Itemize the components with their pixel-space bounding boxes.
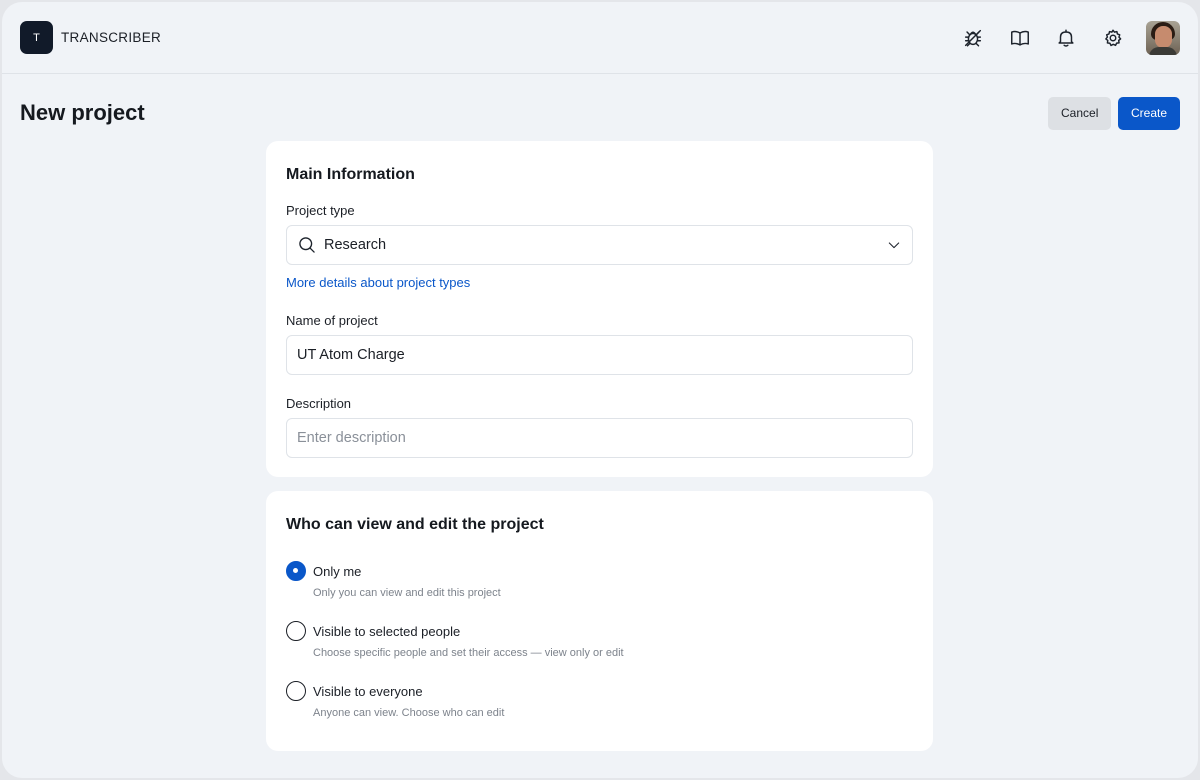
radio-description: Choose specific people and set their acc… [313,647,624,659]
app-logo: T [20,21,53,54]
gear-icon [1104,28,1122,46]
card-title: Main Information [286,166,415,183]
notifications-button[interactable] [1043,20,1090,56]
project-types-link[interactable]: More details about project types [286,275,470,290]
page-title: New project [20,100,145,125]
project-type-select[interactable]: Research [286,225,913,265]
bug-icon [965,29,982,47]
radio-label: Only me [313,563,362,579]
page-header: New project Cancel Create [2,74,1198,138]
description-label: Description [286,396,352,411]
radio-button[interactable] [286,561,306,581]
main-information-card: Main Information Project type Research M… [266,141,933,477]
radio-button[interactable] [286,621,306,641]
create-button[interactable]: Create [1118,96,1180,130]
radio-description: Anyone can view. Choose who can edit [313,707,505,719]
app-name: TRANSCRIBER [61,30,162,45]
access-card: Who can view and edit the project Only m… [266,491,933,751]
top-bar: T TRANSCRIBER [2,2,1198,74]
description-placeholder: Enter description [297,430,406,446]
name-label: Name of project [286,313,378,328]
page-actions: Cancel Create [1048,96,1180,130]
radio-option-only-me[interactable]: Only me [286,561,361,581]
card-title: Who can view and edit the project [286,516,544,533]
project-name-value: UT Atom Charge [297,347,405,363]
docs-button[interactable] [997,20,1044,56]
radio-description: Only you can view and edit this project [313,587,501,599]
cancel-button[interactable]: Cancel [1048,96,1111,130]
brand[interactable]: T TRANSCRIBER [20,21,161,54]
description-input[interactable]: Enter description [286,418,913,458]
radio-option-everyone[interactable]: Visible to everyone [286,681,423,701]
radio-button[interactable] [286,681,306,701]
radio-label: Visible to selected people [313,623,461,639]
project-name-input[interactable]: UT Atom Charge [286,335,913,375]
search-icon [299,237,315,253]
settings-button[interactable] [1090,20,1137,56]
bell-icon [1058,28,1074,47]
project-type-label: Project type [286,203,355,218]
app-window: T TRANSCRIBER New project Cancel Create … [2,2,1198,778]
book-icon [1010,30,1029,46]
chevron-down-icon [888,242,900,249]
radio-label: Visible to everyone [313,683,423,699]
radio-option-selected-people[interactable]: Visible to selected people [286,621,460,641]
user-avatar[interactable] [1146,20,1180,55]
debug-button[interactable] [950,20,997,56]
header-actions [950,20,1180,56]
project-type-value: Research [324,237,387,253]
